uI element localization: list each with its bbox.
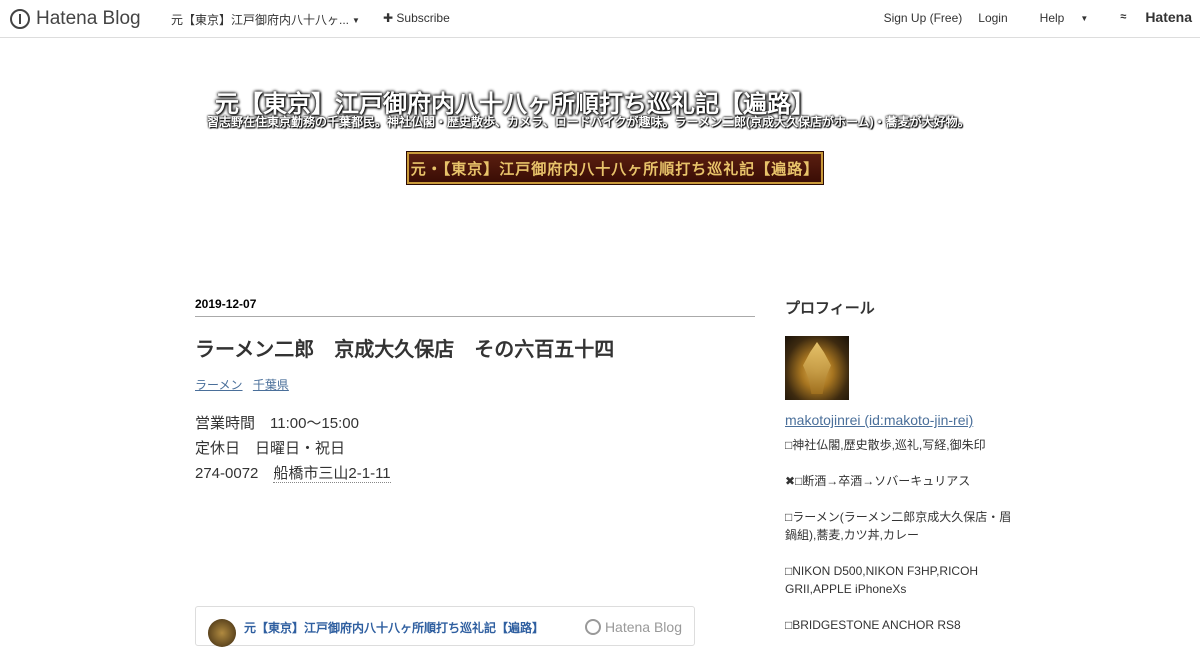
hatena-mark-icon: ≈: [1120, 11, 1127, 23]
profile-heading: プロフィール: [785, 300, 875, 317]
profile-line: □ラーメン(ラーメン二郎京成大久保店・眉鍋組),蕎麦,カツ丼,カレー: [785, 510, 1012, 542]
entry-categories: ラーメン 千葉県: [195, 376, 755, 393]
profile-line: □BRIDGESTONE ANCHOR RS8: [785, 618, 961, 632]
header-banner-image: 元・【東京】江戸御府内八十八ヶ所順打ち巡礼記【遍路】: [407, 152, 823, 184]
hatena-logo-icon: [584, 619, 601, 635]
subscribe-button[interactable]: ✚ Subscribe: [383, 11, 450, 25]
signup-link[interactable]: Sign Up (Free): [884, 11, 963, 25]
hatena-blog-logo[interactable]: Hatena Blog: [10, 8, 141, 30]
flame-statue-image: [803, 342, 831, 394]
blog-embed-card[interactable]: 元【東京】江戸御府内八十八ヶ所順打ち巡礼記【遍路】 Hatena Blog: [195, 606, 695, 647]
profile-line: □NIKON D500,NIKON F3HP,RICOH GRII,APPLE …: [785, 564, 979, 596]
entry-date[interactable]: 2019-12-07: [195, 297, 755, 317]
embed-title[interactable]: 元【東京】江戸御府内八十八ヶ所順打ち巡礼記【遍路】: [244, 619, 544, 636]
category-ramen[interactable]: ラーメン: [195, 378, 243, 392]
category-chiba[interactable]: 千葉県: [253, 378, 289, 392]
plus-icon: ✚: [383, 11, 394, 25]
profile-description: □神社仏閣,歴史散歩,巡礼,写経,御朱印 ✖□断酒→卒酒→ソバーキュリアス □ラ…: [785, 436, 1015, 634]
profile-id-link[interactable]: makotojinrei (id:makoto-jin-rei): [785, 412, 1015, 428]
blog-name-dropdown[interactable]: 元【東京】江戸御府内八十八ヶ... ▼: [171, 11, 360, 28]
profile-line: □神社仏閣,歴史散歩,巡礼,写経,御朱印: [785, 438, 986, 452]
entry-body: 営業時間 11:00～15:00 定休日 日曜日・祝日 274-0072 船橋市…: [195, 411, 755, 486]
blog-header: 元【東京】江戸御府内八十八ヶ所順打ち巡礼記【遍路】 習志野在住東京勤務の千葉都民…: [0, 38, 1200, 288]
profile-line: ✖□断酒→卒酒→ソバーキュリアス: [785, 474, 971, 488]
caret-down-icon: ▼: [1080, 14, 1089, 24]
sidebar: プロフィール makotojinrei (id:makoto-jin-rei) …: [785, 297, 1015, 652]
entry-article: 2019-12-07 ラーメン二郎 京成大久保店 その六百五十四 ラーメン 千葉…: [195, 297, 755, 486]
profile-avatar[interactable]: [785, 336, 849, 400]
login-link[interactable]: Login: [978, 11, 1007, 25]
embed-brand: Hatena Blog: [584, 619, 682, 635]
global-header: Hatena Blog 元【東京】江戸御府内八十八ヶ... ▼ ✚ Subscri…: [0, 0, 1200, 38]
blog-description: 習志野在住東京勤務の千葉都民。神社仏閣・歴史散歩、カメラ、ロードバイクが趣味。ラ…: [207, 115, 970, 129]
help-dropdown[interactable]: Help ▼: [1024, 11, 1089, 25]
avatar: [208, 619, 236, 647]
business-hours: 営業時間 11:00～15:00: [195, 415, 359, 432]
entry-title[interactable]: ラーメン二郎 京成大久保店 その六百五十四: [195, 333, 755, 362]
caret-down-icon: ▼: [352, 16, 360, 26]
address: 274-0072 船橋市三山2-1-11: [195, 465, 391, 483]
closed-days: 定休日 日曜日・祝日: [195, 440, 346, 457]
hatena-logo-icon: [10, 9, 30, 29]
hatena-brand-link[interactable]: ≈ Hatena: [1104, 9, 1192, 25]
address-keyword-link[interactable]: 船橋市三山2-1-11: [273, 465, 391, 483]
